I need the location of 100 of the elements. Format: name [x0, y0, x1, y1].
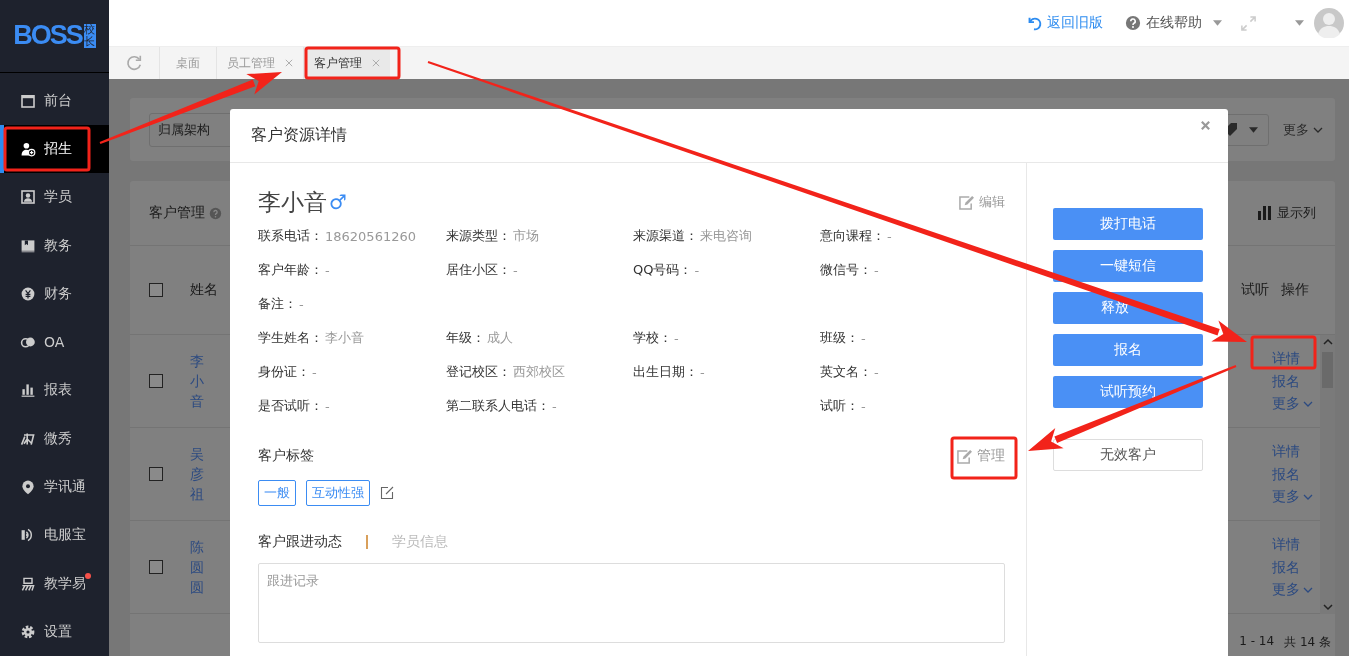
fullscreen-icon[interactable]	[1240, 14, 1257, 32]
close-icon[interactable]	[1200, 120, 1211, 131]
sidebar-item[interactable]: 微秀	[0, 414, 109, 463]
field-label: 年级：	[446, 329, 485, 347]
undo-icon	[1026, 15, 1042, 31]
field-label: 学生姓名：	[258, 329, 323, 347]
field-label: 学校：	[633, 329, 672, 347]
field-label: 联系电话：	[258, 227, 323, 245]
close-icon[interactable]	[372, 59, 380, 67]
coin-icon	[20, 285, 36, 302]
field-value: -	[861, 330, 866, 346]
action-button[interactable]: 一键短信	[1052, 250, 1203, 282]
show-columns-button[interactable]: 显示列	[1258, 204, 1316, 222]
field-value: -	[874, 262, 879, 278]
squiggle-icon	[20, 575, 36, 592]
column-header: 姓名	[190, 281, 218, 299]
field-value: -	[513, 262, 518, 278]
action-button[interactable]: 试听预约	[1052, 376, 1203, 408]
sidebar-item[interactable]: OA	[0, 317, 109, 367]
field-value: 18620561260	[325, 228, 416, 244]
sidebar-item[interactable]: 学讯通	[0, 462, 109, 512]
follow-up-field[interactable]: 跟进记录	[258, 563, 1005, 643]
scroll-down-icon[interactable]	[1322, 603, 1333, 611]
field-label: QQ号码：	[633, 261, 693, 279]
back-link[interactable]: 返回旧版	[1026, 14, 1103, 32]
field-label: 来源渠道：	[633, 227, 698, 245]
tag: 一般	[258, 480, 296, 506]
sidebar-item[interactable]: 财务	[0, 269, 109, 318]
field-label: 身份证：	[258, 363, 310, 381]
sidebar-item[interactable]: 教学易	[0, 559, 109, 608]
sidebar-item[interactable]: 报表	[0, 366, 109, 415]
logo-badge: 校长	[83, 23, 96, 48]
more-link[interactable]: 更多	[1272, 392, 1313, 415]
field-value: -	[552, 398, 557, 414]
table-title: 客户管理	[149, 204, 205, 222]
more-menu[interactable]: 更多	[1283, 120, 1323, 139]
avatar[interactable]	[1314, 8, 1344, 38]
field-value: -	[887, 228, 892, 244]
field-value: -	[299, 296, 304, 312]
enroll-link[interactable]: 报名	[1272, 369, 1300, 393]
more-link[interactable]: 更多	[1272, 578, 1313, 601]
field-value: -	[874, 364, 879, 380]
field-value: -	[861, 398, 866, 414]
field-label: 微信号：	[820, 261, 872, 279]
details-link[interactable]: 详情	[1272, 347, 1300, 370]
chevron-down-icon	[1303, 400, 1313, 407]
checkbox[interactable]	[149, 374, 163, 388]
field-label: 居住小区：	[446, 261, 511, 279]
field-label: 备注：	[258, 295, 297, 313]
checkbox[interactable]	[149, 283, 163, 297]
edit-icon	[958, 194, 975, 210]
field-label: 第二联系人电话：	[446, 397, 550, 415]
caret-icon	[1249, 126, 1258, 133]
checkbox[interactable]	[149, 560, 163, 574]
field-label: 意向课程：	[820, 227, 885, 245]
customer-name: 李小音	[258, 187, 327, 217]
portrait-icon	[20, 189, 36, 206]
customer-name-link[interactable]: 李小音	[190, 350, 204, 412]
enroll-link[interactable]: 报名	[1272, 462, 1300, 486]
chevron-down-icon	[1313, 126, 1323, 133]
edit-icon[interactable]	[380, 486, 394, 500]
field-label: 是否试听：	[258, 397, 323, 415]
field-value: -	[325, 262, 330, 278]
tab[interactable]: 学员信息	[392, 533, 448, 551]
field-label: 出生日期：	[633, 363, 698, 381]
enroll-link[interactable]: 报名	[1272, 555, 1300, 579]
caret-icon[interactable]	[1295, 20, 1304, 26]
action-button[interactable]: 无效客户	[1052, 439, 1203, 471]
sidebar-item[interactable]: 前台	[0, 76, 109, 125]
field-label: 英文名：	[820, 363, 872, 381]
scroll-up-icon[interactable]	[1322, 338, 1333, 346]
refresh-icon[interactable]	[125, 54, 143, 72]
field-value: -	[325, 398, 330, 414]
edit-icon	[956, 448, 973, 464]
checkbox[interactable]	[149, 467, 163, 481]
sidebar-item[interactable]: 电服宝	[0, 511, 109, 560]
field-value: -	[700, 364, 705, 380]
customer-name-link[interactable]: 陈圆圆	[190, 536, 204, 598]
action-button[interactable]: 报名	[1052, 334, 1203, 366]
field-value: 来电咨询	[700, 227, 752, 245]
column-header: 试听	[1241, 281, 1270, 299]
sidebar-item[interactable]: 学员	[0, 173, 109, 222]
details-link[interactable]: 详情	[1272, 533, 1300, 556]
edit-link[interactable]: 编辑	[958, 193, 1005, 211]
field-value: 市场	[513, 227, 539, 245]
field-value: 西郊校区	[513, 363, 565, 381]
help-menu[interactable]: 在线帮助	[1125, 14, 1222, 32]
more-link[interactable]: 更多	[1272, 485, 1313, 508]
help-icon[interactable]	[209, 206, 222, 220]
columns-icon	[1258, 206, 1272, 220]
sidebar-item[interactable]: 教务	[0, 221, 109, 270]
details-link[interactable]: 详情	[1272, 440, 1300, 463]
action-button[interactable]: 拨打电话	[1052, 208, 1203, 240]
customer-name-link[interactable]: 吴彦祖	[190, 443, 204, 505]
close-icon[interactable]	[285, 59, 293, 67]
tab[interactable]: 客户跟进动态	[258, 533, 342, 551]
scrollbar[interactable]	[1320, 335, 1335, 614]
manage-link[interactable]: 管理	[956, 447, 1005, 465]
sidebar-item[interactable]: 设置	[0, 607, 109, 656]
section-title: 客户标签	[258, 447, 314, 465]
